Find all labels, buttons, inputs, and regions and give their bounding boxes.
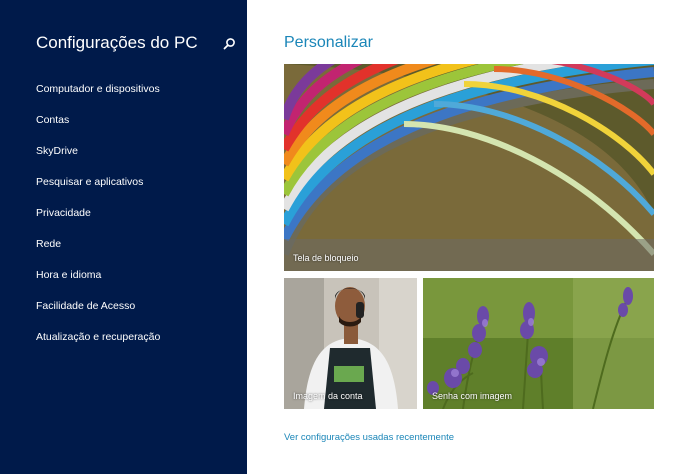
account-picture-tile[interactable]: Imagem da conta bbox=[284, 278, 417, 409]
recent-settings-link[interactable]: Ver configurações usadas recentemente bbox=[284, 432, 454, 443]
search-icon[interactable] bbox=[220, 35, 238, 53]
sidebar: Configurações do PC Computador e disposi… bbox=[0, 0, 247, 474]
sidebar-item-skydrive[interactable]: SkyDrive bbox=[36, 143, 160, 174]
sidebar-item-atualizacao-e-recuperacao[interactable]: Atualização e recuperação bbox=[36, 329, 160, 360]
page-title: Personalizar bbox=[284, 34, 373, 51]
account-picture-image bbox=[284, 278, 417, 409]
sidebar-item-contas[interactable]: Contas bbox=[36, 112, 160, 143]
sidebar-item-computador-e-dispositivos[interactable]: Computador e dispositivos bbox=[36, 81, 160, 112]
sidebar-item-hora-e-idioma[interactable]: Hora e idioma bbox=[36, 267, 160, 298]
sidebar-item-rede[interactable]: Rede bbox=[36, 236, 160, 267]
sidebar-item-privacidade[interactable]: Privacidade bbox=[36, 205, 160, 236]
picture-password-tile[interactable]: Senha com imagem bbox=[423, 278, 654, 409]
lock-screen-tile[interactable]: Tela de bloqueio bbox=[284, 64, 654, 271]
sidebar-nav: Computador e dispositivos Contas SkyDriv… bbox=[36, 81, 160, 360]
picture-password-image bbox=[423, 278, 654, 409]
sidebar-title: Configurações do PC bbox=[36, 33, 198, 52]
lock-screen-label: Tela de bloqueio bbox=[293, 253, 359, 263]
lock-screen-image bbox=[284, 64, 654, 271]
sidebar-item-pesquisar-e-aplicativos[interactable]: Pesquisar e aplicativos bbox=[36, 174, 160, 205]
picture-password-label: Senha com imagem bbox=[432, 391, 513, 401]
sidebar-item-facilidade-de-acesso[interactable]: Facilidade de Acesso bbox=[36, 298, 160, 329]
account-picture-label: Imagem da conta bbox=[293, 391, 363, 401]
